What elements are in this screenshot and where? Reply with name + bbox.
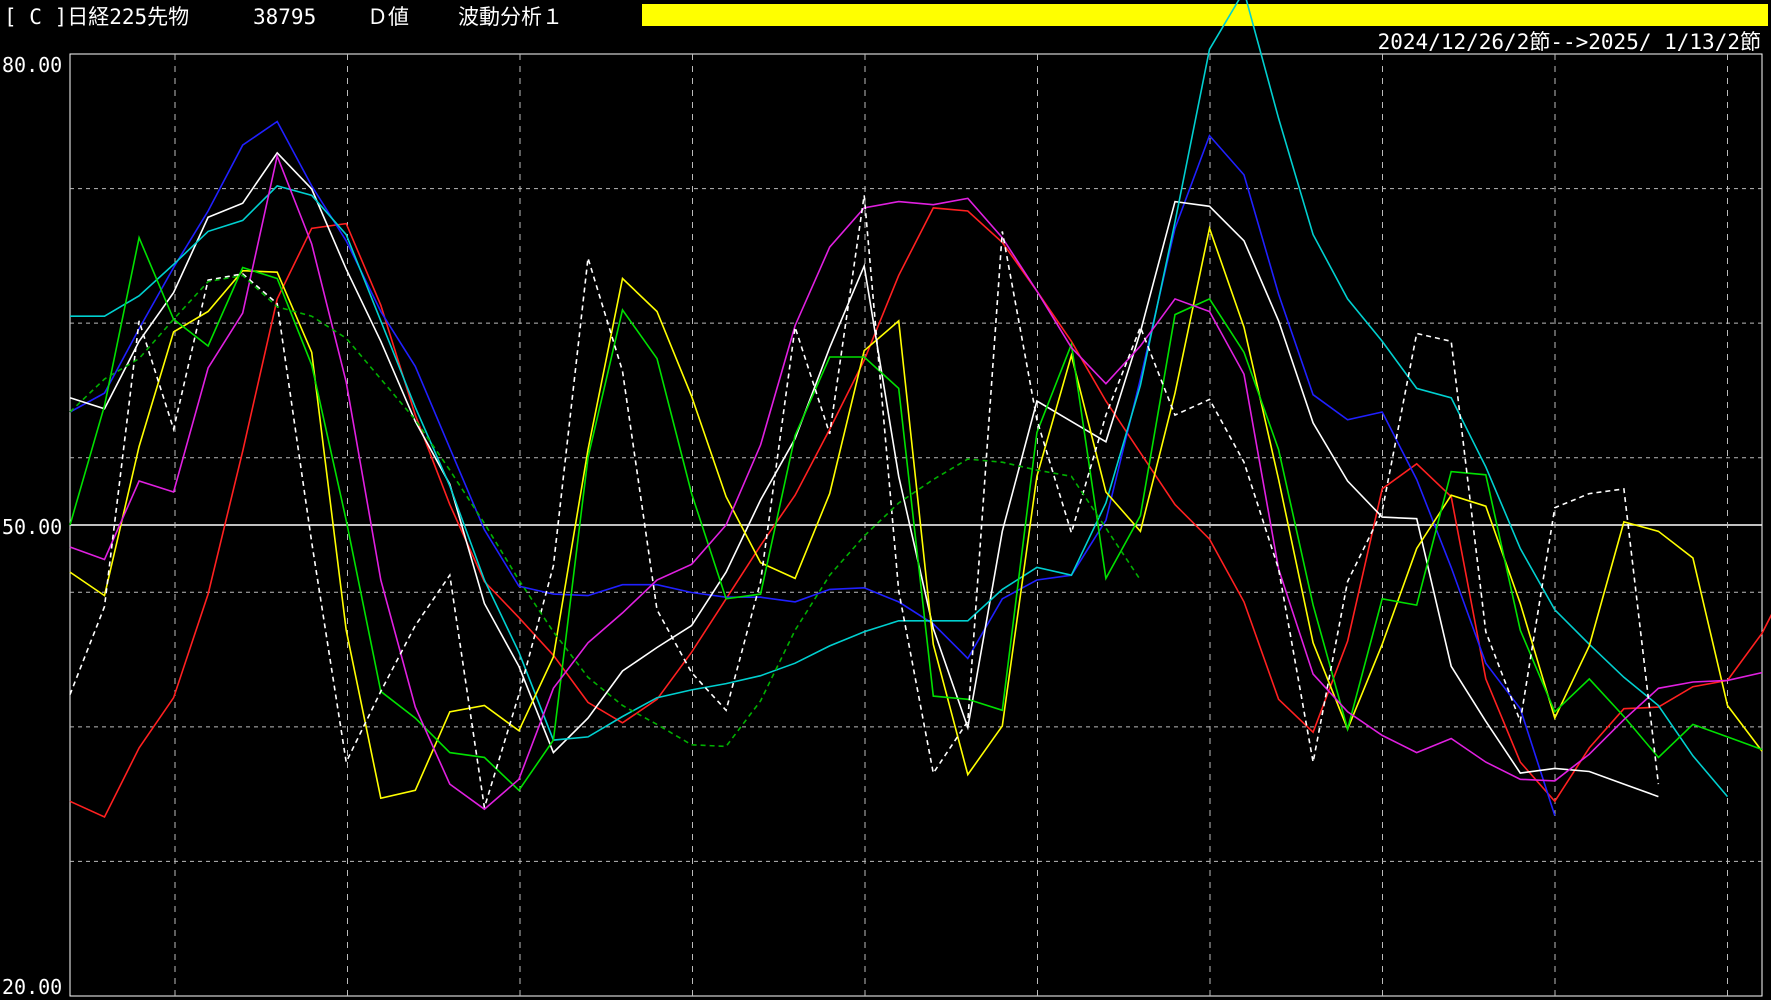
series-line-9 (69, 274, 1142, 748)
y-tick-label-mid: 50.00 (2, 515, 63, 539)
series-line-2 (69, 120, 1556, 816)
y-tick-label-top: 80.00 (2, 53, 63, 77)
series-line-8 (69, 195, 1660, 808)
line-chart (69, 0, 1771, 997)
series-line-5 (69, 225, 1763, 800)
series-line-6 (69, 235, 1763, 792)
chart-series (69, 0, 1771, 819)
chart-grid (69, 53, 1763, 997)
series-line-3 (69, 151, 1659, 798)
chart-window: [ C ]日経225先物 38795 Ｄ値 波動分析１ 2024/12/26/2… (0, 0, 1771, 1000)
y-tick-label-bottom: 20.00 (2, 975, 63, 999)
